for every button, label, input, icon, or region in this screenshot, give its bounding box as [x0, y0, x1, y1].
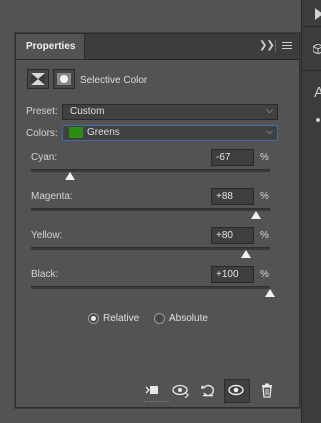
chevron-down-icon: ⌵ [266, 126, 273, 136]
tab-properties-label: Properties [26, 41, 76, 52]
yellow-input[interactable]: +80 [211, 227, 254, 244]
preset-value: Custom [70, 106, 105, 117]
toggle-visibility-icon[interactable] [228, 382, 244, 398]
yellow-slider-thumb[interactable] [241, 250, 252, 258]
black-slider-track[interactable] [31, 286, 270, 289]
yellow-slider-track[interactable] [31, 247, 270, 250]
yellow-label: Yellow: [31, 230, 63, 241]
panel-menu-icon[interactable] [282, 42, 292, 50]
black-slider-thumb[interactable] [265, 289, 275, 297]
paragraph-icon[interactable] [316, 118, 320, 122]
magenta-slider-track[interactable] [31, 208, 270, 211]
relative-label: Relative [103, 313, 140, 324]
reset-icon[interactable] [200, 382, 216, 398]
tab-properties[interactable]: Properties [16, 34, 85, 59]
magenta-label: Magenta: [31, 191, 73, 202]
black-input[interactable]: +100 [211, 266, 254, 283]
absolute-radio[interactable] [154, 313, 165, 324]
3d-cube-icon[interactable] [313, 44, 321, 54]
view-previous-state-icon[interactable] [172, 382, 189, 399]
cyan-value: -67 [216, 152, 231, 163]
chevron-down-icon: ⌵ [266, 105, 273, 115]
preset-label: Preset: [26, 106, 58, 117]
magenta-unit: % [260, 191, 269, 202]
type-tool-icon[interactable]: A [314, 84, 321, 101]
layer-mask-icon[interactable] [53, 69, 75, 89]
colors-value: Greens [87, 127, 120, 138]
header-divider [275, 40, 276, 52]
cyan-label: Cyan: [31, 152, 58, 163]
adjustment-title: Selective Color [80, 75, 148, 86]
adjustment-icon[interactable] [27, 69, 49, 89]
resize-grip[interactable] [144, 401, 170, 405]
magenta-value: +88 [216, 191, 233, 202]
absolute-label: Absolute [169, 313, 208, 324]
magenta-slider-thumb[interactable] [250, 211, 261, 219]
panel-header: Properties ❯❯ [16, 34, 299, 60]
black-label: Black: [31, 269, 59, 280]
cyan-slider-thumb[interactable] [65, 172, 76, 180]
right-dock: A [301, 0, 321, 423]
yellow-unit: % [260, 230, 269, 241]
collapse-icon[interactable]: ❯❯ [259, 40, 275, 51]
play-icon[interactable] [315, 8, 321, 20]
dock-divider [302, 70, 321, 71]
black-value: +100 [216, 269, 239, 280]
preset-dropdown[interactable]: Custom ⌵ [62, 104, 278, 120]
black-unit: % [260, 269, 269, 280]
color-swatch [69, 127, 83, 138]
yellow-value: +80 [216, 230, 233, 241]
cyan-unit: % [260, 152, 269, 163]
colors-label: Colors: [26, 128, 58, 139]
colors-dropdown[interactable]: Greens ⌵ [62, 125, 278, 141]
clip-to-layer-icon[interactable] [144, 382, 160, 398]
properties-panel: Properties ❯❯ Selective Color Preset: Cu… [15, 33, 300, 408]
dock-divider [302, 26, 321, 27]
magenta-input[interactable]: +88 [211, 188, 254, 205]
delete-icon[interactable] [259, 382, 275, 398]
cyan-input[interactable]: -67 [211, 149, 254, 166]
relative-radio[interactable] [88, 313, 99, 324]
